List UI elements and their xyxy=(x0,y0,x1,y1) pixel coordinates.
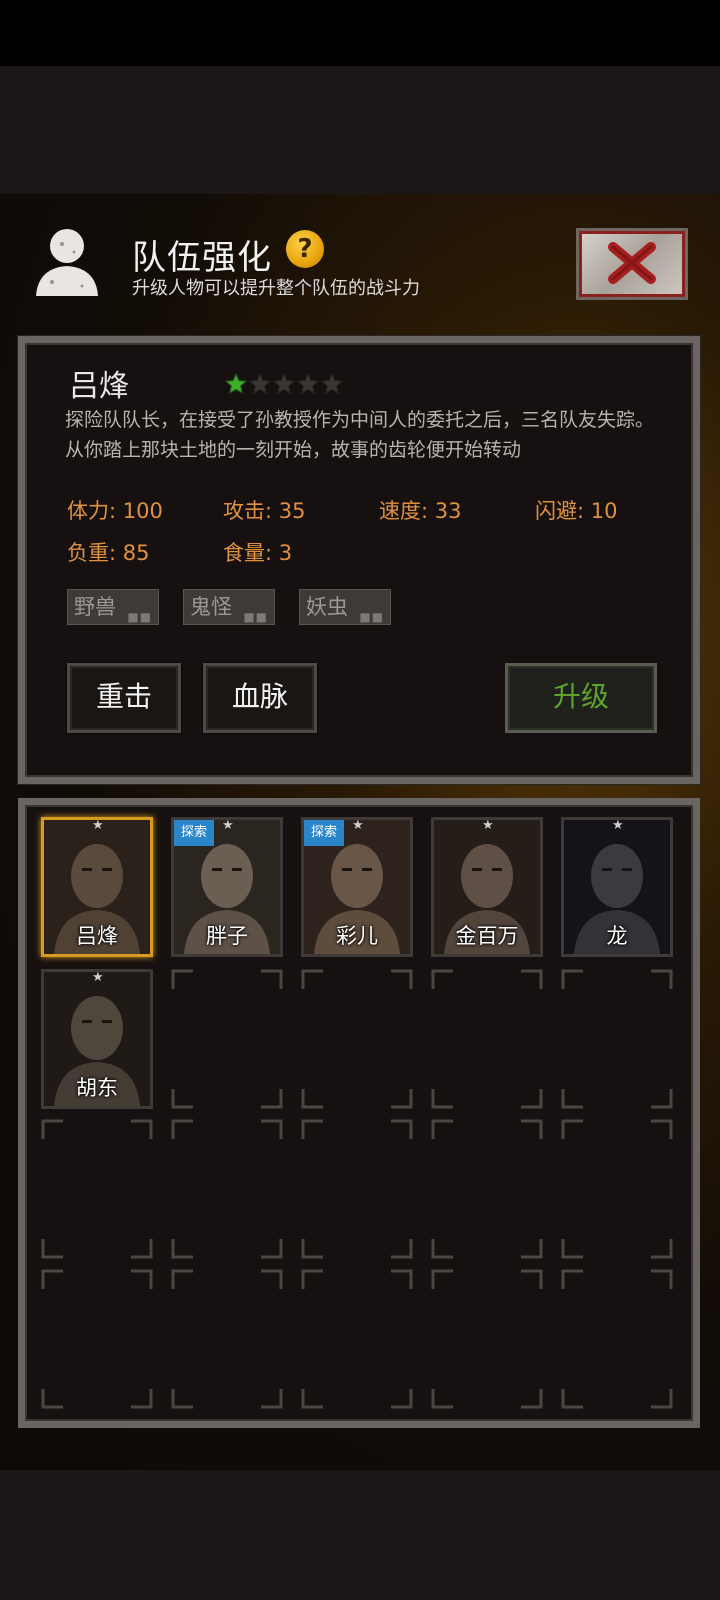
roster-card[interactable]: ★ 金百万 xyxy=(431,817,543,957)
status-bar xyxy=(0,0,720,66)
tag-ghost: 鬼怪 ■■ xyxy=(183,589,275,625)
rank-star-icon: ★ xyxy=(222,818,234,833)
explore-badge: 探索 xyxy=(174,820,214,846)
upgrade-button[interactable]: 升级 xyxy=(505,663,657,733)
empty-roster-slot xyxy=(171,969,283,1109)
empty-roster-slot xyxy=(301,1269,413,1409)
roster-card-name: 胡东 xyxy=(76,1076,118,1100)
empty-roster-slot xyxy=(171,1119,283,1259)
tag-label: 妖虫 xyxy=(306,595,348,619)
window-header: 队伍强化 ? 升级人物可以提升整个队伍的战斗力 xyxy=(0,194,720,330)
empty-roster-slot xyxy=(41,1269,153,1409)
close-icon xyxy=(608,242,656,284)
roster-card-name: 彩儿 xyxy=(336,924,378,948)
character-name: 吕烽 xyxy=(69,369,129,404)
slot-frame-icon xyxy=(301,1119,413,1259)
slot-frame-icon xyxy=(431,969,543,1109)
stat-load: 负重: 85 xyxy=(67,541,150,565)
star-empty-icon xyxy=(249,373,271,395)
roster-card[interactable]: ★ 龙 xyxy=(561,817,673,957)
roster-card[interactable]: ★ 吕烽 xyxy=(41,817,153,957)
star-empty-icon xyxy=(321,373,343,395)
slot-frame-icon xyxy=(561,969,673,1109)
close-button[interactable] xyxy=(576,228,688,300)
roster-card-name: 吕烽 xyxy=(76,924,118,948)
empty-roster-slot xyxy=(41,1119,153,1259)
skill-bloodline-button[interactable]: 血脉 xyxy=(203,663,317,733)
stat-stamina: 体力: 100 xyxy=(67,499,163,523)
slot-frame-icon xyxy=(171,969,283,1109)
star-filled-icon xyxy=(225,373,247,395)
page-subtitle: 升级人物可以提升整个队伍的战斗力 xyxy=(132,278,420,299)
star-empty-icon xyxy=(273,373,295,395)
empty-roster-slot xyxy=(431,969,543,1109)
empty-roster-slot xyxy=(561,969,673,1109)
slot-frame-icon xyxy=(561,1269,673,1409)
character-info-panel: 吕烽 探险队队长，在接受了孙教授作为中间人的委托之后，三名队友失踪。从你踏上那块… xyxy=(18,336,700,784)
roster-card-name: 龙 xyxy=(606,924,628,948)
roster-card-name: 金百万 xyxy=(455,924,519,948)
star-empty-icon xyxy=(297,373,319,395)
skill-heavy-strike-button[interactable]: 重击 xyxy=(67,663,181,733)
bottom-backdrop xyxy=(0,1470,720,1600)
roster-card[interactable]: 探索 ★ 胖子 xyxy=(171,817,283,957)
stat-attack: 攻击: 35 xyxy=(223,499,306,523)
rank-star-icon: ★ xyxy=(612,818,624,833)
rank-star-icon: ★ xyxy=(92,818,104,833)
empty-roster-slot xyxy=(171,1269,283,1409)
rank-star-icon: ★ xyxy=(352,818,364,833)
slot-frame-icon xyxy=(301,1269,413,1409)
empty-roster-slot xyxy=(431,1269,543,1409)
empty-roster-slot xyxy=(561,1119,673,1259)
help-icon[interactable]: ? xyxy=(286,230,324,268)
tag-dots: ■■ xyxy=(127,610,152,624)
tag-insect: 妖虫 ■■ xyxy=(299,589,391,625)
page-title: 队伍强化 xyxy=(132,238,272,278)
slot-frame-icon xyxy=(431,1119,543,1259)
empty-roster-slot xyxy=(301,969,413,1109)
tag-dots: ■■ xyxy=(359,610,384,624)
rank-star-icon: ★ xyxy=(92,970,104,985)
explore-badge: 探索 xyxy=(304,820,344,846)
team-upgrade-window: 队伍强化 ? 升级人物可以提升整个队伍的战斗力 吕烽 探险队队长，在接受了孙教授… xyxy=(0,194,720,1470)
tag-beast: 野兽 ■■ xyxy=(67,589,159,625)
roster-card-name: 胖子 xyxy=(206,924,248,948)
star-rating xyxy=(225,373,343,395)
stat-speed: 速度: 33 xyxy=(379,499,462,523)
empty-roster-slot xyxy=(431,1119,543,1259)
roster-card[interactable]: ★ 胡东 xyxy=(41,969,153,1109)
slot-frame-icon xyxy=(431,1269,543,1409)
tag-label: 鬼怪 xyxy=(190,595,232,619)
roster-panel: ★ 吕烽 探索 ★ 胖子 探索 ★ 彩儿 ★ 金百万 ★ 龙 ★ 胡东 xyxy=(18,798,700,1428)
slot-frame-icon xyxy=(171,1119,283,1259)
stat-dodge: 闪避: 10 xyxy=(535,499,618,523)
character-description: 探险队队长，在接受了孙教授作为中间人的委托之后，三名队友失踪。从你踏上那块土地的… xyxy=(65,409,655,461)
top-backdrop xyxy=(0,66,720,194)
slot-frame-icon xyxy=(301,969,413,1109)
rank-star-icon: ★ xyxy=(482,818,494,833)
empty-roster-slot xyxy=(301,1119,413,1259)
tag-dots: ■■ xyxy=(243,610,268,624)
empty-roster-slot xyxy=(561,1269,673,1409)
tag-label: 野兽 xyxy=(74,595,116,619)
roster-card[interactable]: 探索 ★ 彩儿 xyxy=(301,817,413,957)
slot-frame-icon xyxy=(41,1269,153,1409)
slot-frame-icon xyxy=(41,1119,153,1259)
stat-food: 食量: 3 xyxy=(223,541,293,565)
slot-frame-icon xyxy=(561,1119,673,1259)
player-silhouette-icon xyxy=(36,229,98,296)
slot-frame-icon xyxy=(171,1269,283,1409)
